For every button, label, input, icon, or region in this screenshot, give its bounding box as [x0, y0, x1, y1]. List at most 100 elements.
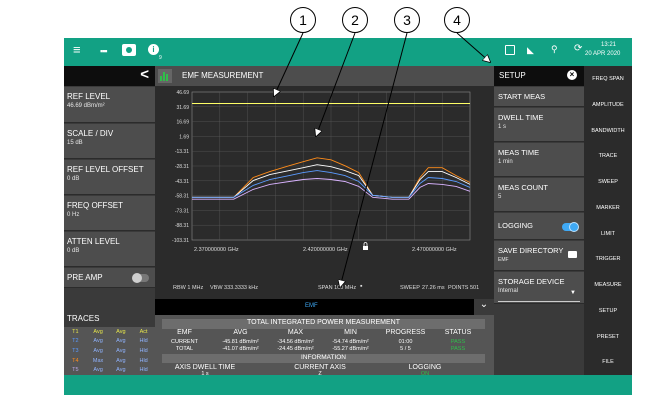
- ref-level-item[interactable]: REF LEVEL 46.69 dBm/m²: [64, 87, 155, 123]
- ref-level-offset-item[interactable]: REF LEVEL OFFSET 0 dB: [64, 160, 155, 195]
- trace-cell: Act: [139, 328, 148, 335]
- menu-item-file[interactable]: FILE: [584, 349, 632, 375]
- y-tick-label: 31.69: [176, 105, 189, 111]
- chevron-left-icon: <: [140, 66, 149, 83]
- meas-time-item[interactable]: MEAS TIME 1 min: [494, 143, 584, 177]
- y-tick-label: -13.31: [175, 149, 189, 155]
- results-header-max: MAX: [287, 329, 304, 336]
- trace-cell: T1: [72, 328, 79, 335]
- logging-toggle[interactable]: [562, 222, 579, 232]
- menu-item-measure[interactable]: MEASURE: [584, 272, 632, 298]
- pre-amp-item[interactable]: PRE AMP: [64, 268, 155, 288]
- trace-cell: Hld: [139, 367, 148, 374]
- measurement-header: EMF MEASUREMENT: [155, 66, 494, 86]
- menu-icon[interactable]: ≡: [73, 42, 81, 57]
- trace-cell: Max: [92, 357, 104, 364]
- menu-item-limit[interactable]: LIMIT: [584, 221, 632, 247]
- sync-icon[interactable]: ⟳: [574, 43, 582, 54]
- results-header-avg: AVG: [233, 329, 248, 336]
- storage-device-item[interactable]: STORAGE DEVICE Internal ▼: [494, 272, 584, 304]
- camera-icon[interactable]: [122, 44, 136, 56]
- setup-header: SETUP ×: [494, 66, 584, 86]
- menu-item-setup[interactable]: SETUP: [584, 298, 632, 324]
- measurement-logo-icon: [158, 69, 172, 83]
- y-tick-label: -88.31: [175, 223, 189, 229]
- atten-level-item[interactable]: ATTEN LEVEL 0 dB: [64, 232, 155, 267]
- trace-row[interactable]: T4 Max Avg Hld: [64, 356, 155, 366]
- info-icon[interactable]: i: [148, 44, 159, 55]
- y-tick-label: 46.69: [176, 90, 189, 96]
- logging-item[interactable]: LOGGING: [494, 213, 584, 240]
- trace-cell: Avg: [116, 338, 126, 345]
- x-center-label: 2.420000000 GHz: [303, 247, 348, 253]
- menu-item-sweep[interactable]: SWEEP: [584, 169, 632, 195]
- setup-title: SETUP: [499, 71, 526, 80]
- result-row-label: CURRENT: [171, 339, 198, 345]
- result-cell: -34.56 dBm/m²: [277, 339, 314, 345]
- pre-amp-toggle[interactable]: [132, 273, 149, 283]
- clock-time: 13:21: [601, 42, 617, 48]
- trace-row[interactable]: T2 Avg Avg Hld: [64, 337, 155, 347]
- freq-offset-item[interactable]: FREQ OFFSET 0 Hz: [64, 196, 155, 231]
- trace-cell: Hld: [139, 357, 148, 364]
- sweep-label: SWEEP: [400, 285, 420, 291]
- menu-item-amplitude[interactable]: AMPLITUDE: [584, 92, 632, 118]
- y-tick-label: -73.31: [175, 208, 189, 214]
- result-cell: -45.81 dBm/m²: [222, 339, 259, 345]
- trace-cell: Avg: [116, 328, 126, 335]
- location-icon[interactable]: ◣: [527, 45, 537, 55]
- lock-icon: ▪: [360, 283, 363, 290]
- vbw-label: VBW 333.3333 kHz: [210, 285, 258, 291]
- results-title: TOTAL INTEGRATED POWER MEASUREMENT: [162, 319, 485, 329]
- menu-item-marker[interactable]: MARKER: [584, 195, 632, 221]
- span-label: SPAN 100 MHz: [318, 285, 357, 291]
- trace-cell: T3: [72, 347, 79, 354]
- menu-item-freq-span[interactable]: FREQ SPAN: [584, 66, 632, 92]
- bottom-bar: [64, 375, 632, 395]
- menu-item-bandwidth[interactable]: BANDWIDTH: [584, 118, 632, 144]
- trace-cell: T4: [72, 357, 79, 364]
- y-tick-label: -43.31: [175, 179, 189, 185]
- scale-div-item[interactable]: SCALE / DIV 15 dB: [64, 124, 155, 159]
- tab-emf[interactable]: EMF: [305, 303, 318, 309]
- trace-cell: Avg: [93, 338, 103, 345]
- menu-item-trigger[interactable]: TRIGGER: [584, 246, 632, 272]
- measurement-title: EMF MEASUREMENT: [182, 71, 264, 80]
- traces-table: T1 Avg Avg Act T2 Avg Avg Hld T3 Avg Avg Hld T4 Max Av…: [64, 327, 155, 375]
- save-directory-item[interactable]: SAVE DIRECTORY EMF: [494, 241, 584, 271]
- close-icon[interactable]: ×: [567, 70, 577, 80]
- back-button[interactable]: <: [64, 66, 155, 86]
- menu-item-trace[interactable]: TRACE: [584, 143, 632, 169]
- meas-count-item[interactable]: MEAS COUNT 5: [494, 178, 584, 212]
- folder-icon: [568, 251, 577, 258]
- y-tick-label: -103.31: [172, 238, 189, 244]
- trace-row[interactable]: T1 Avg Avg Act: [64, 327, 155, 337]
- trace-cell: Hld: [139, 338, 148, 345]
- trace-row[interactable]: T5 Avg Avg Hld: [64, 365, 155, 375]
- results-header-min: MIN: [344, 329, 357, 336]
- dwell-time-item[interactable]: DWELL TIME 1 s: [494, 108, 584, 142]
- result-row-label: TOTAL: [175, 346, 194, 352]
- trace-cell: Avg: [93, 347, 103, 354]
- results-header-emf: EMF: [177, 329, 192, 336]
- save-icon[interactable]: [505, 45, 515, 55]
- results-tab-bar: EMF ⌄: [155, 299, 494, 315]
- status-bar: ≡ ▪▪▪ i 9 ◣ ⚲ ⟳ 13:21 20 APR 2020: [64, 38, 632, 66]
- sweep-info-row: RBW 1 MHz VBW 333.3333 kHz SPAN 100 MHz …: [155, 282, 494, 295]
- analyzer-screen: ≡ ▪▪▪ i 9 ◣ ⚲ ⟳ 13:21 20 APR 2020 < REF …: [64, 38, 632, 395]
- start-meas-button[interactable]: START MEAS: [494, 87, 584, 107]
- menu-item-preset[interactable]: PRESET: [584, 324, 632, 350]
- antenna-icon[interactable]: ⚲: [551, 44, 558, 55]
- callout-3: 3: [394, 7, 420, 33]
- info-badge: 9: [159, 55, 162, 61]
- info-header-axis: CURRENT AXIS: [294, 364, 346, 371]
- apps-grid-icon[interactable]: ▪▪▪: [100, 46, 108, 56]
- trace-cell: Avg: [116, 367, 126, 374]
- chevron-down-icon[interactable]: ⌄: [474, 299, 494, 315]
- dropdown-arrow-icon: ▼: [570, 290, 576, 296]
- trace-row[interactable]: T3 Avg Avg Hld: [64, 346, 155, 356]
- y-tick-label: -58.31: [175, 194, 189, 200]
- trace-cell: Hld: [139, 347, 148, 354]
- info-header-logging: LOGGING: [408, 364, 442, 371]
- traces-title: TRACES: [67, 314, 100, 323]
